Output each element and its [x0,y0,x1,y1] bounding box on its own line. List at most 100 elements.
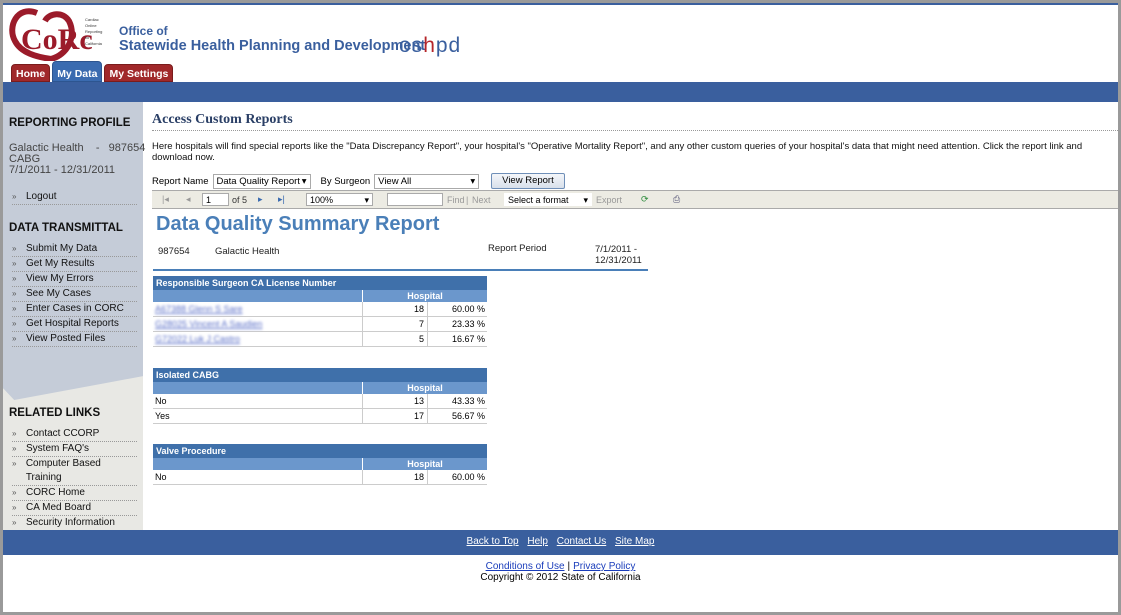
sidebar-link[interactable]: » Get My Results [12,257,137,272]
office-label: Office of [119,24,168,38]
link-label: View My Errors [26,273,94,284]
first-page-icon[interactable]: |◂ [162,194,169,205]
next-link[interactable]: Next [472,195,491,205]
site-header: CoRc Cardiac Online Reporting for Califo… [3,5,1118,82]
report-period-end: 12/31/2011 [595,255,642,266]
row-percent: 60.00 % [451,304,485,314]
row-label: No [153,470,363,484]
chevron-down-icon: ▾ [301,175,307,187]
prev-page-icon[interactable]: ◂ [186,194,191,205]
contact-us-link[interactable]: Contact Us [557,536,606,547]
arrow-icon: » [12,304,17,313]
arrow-icon: » [12,518,17,527]
link-label: View Posted Files [26,333,106,344]
logout-link[interactable]: » Logout [12,190,137,205]
svg-text:Reporting: Reporting [85,29,102,34]
row-count: 7 [363,317,428,331]
select-value: View All [378,175,412,187]
link-label: CORC Home [26,487,85,498]
export-link[interactable]: Export [596,195,622,205]
link-label: System FAQ's [26,443,90,454]
table-row: No 18 60.00 % [153,470,487,485]
find-separator: | [466,194,469,205]
related-links: RELATED LINKS » Contact CCORP » System FAQ'… [9,407,137,531]
surgeon-select[interactable]: View All ▾ [374,173,480,189]
page-input[interactable]: 1 [202,193,229,206]
nav-bar [3,82,1118,102]
report-name-select[interactable]: Data Quality Report ▾ [212,173,311,189]
link-label: Submit My Data [26,243,98,254]
privacy-link[interactable]: Privacy Policy [573,561,635,572]
sidebar-link[interactable]: » View Posted Files [12,332,137,347]
zoom-select[interactable]: 100% ▾ [306,193,373,206]
link-label: Contact CCORP [26,428,100,439]
print-icon[interactable]: ⎙ [673,194,680,205]
sidebar-link[interactable]: » Computer Based Training [12,457,137,486]
sidebar-link[interactable]: » Submit My Data [12,242,137,257]
row-percent: 56.67 % [451,411,485,421]
site-map-link[interactable]: Site Map [615,536,654,547]
table-title: Valve Procedure [153,444,487,458]
row-count: 5 [363,332,428,346]
last-page-icon[interactable]: ▸| [278,194,285,205]
arrow-icon: » [12,259,17,268]
back-to-top-link[interactable]: Back to Top [467,536,519,547]
row-count: 18 [363,302,428,316]
find-input[interactable] [387,193,443,206]
sidebar-link[interactable]: » System FAQ's [12,442,137,457]
help-link[interactable]: Help [527,536,548,547]
format-select[interactable]: Select a format ▾ [504,193,592,206]
arrow-icon: » [12,334,17,343]
link-label: CA Med Board [26,502,92,513]
table-header: Hospital [153,458,487,470]
sidebar-link[interactable]: » Security Information [12,516,137,531]
tab-my-data[interactable]: My Data [52,61,103,82]
profile-heading: REPORTING PROFILE [9,117,131,129]
sidebar-link[interactable]: » Contact CCORP [12,427,137,442]
link-label: Logout [26,191,57,202]
related-heading: RELATED LINKS [9,407,101,419]
intro-text: Here hospitals will find special reports… [152,141,1083,163]
tab-my-settings[interactable]: My Settings [104,64,174,82]
corc-logo[interactable]: CoRc Cardiac Online Reporting for Califo… [7,7,107,61]
column-header: Hospital [407,291,443,301]
row-percent: 60.00 % [451,472,485,482]
agency-name: Statewide Health Planning and Developmen… [119,38,426,54]
find-link[interactable]: Find [447,195,465,205]
row-label[interactable]: G72022 Luk J Castro [153,332,363,346]
report-table: Valve Procedure Hospital No 18 60.00 % [153,444,487,485]
table-row: G72022 Luk J Castro 5 16.67 % [153,332,487,347]
sidebar-link[interactable]: » CA Med Board [12,501,137,516]
refresh-icon[interactable]: ⟳ [641,194,649,205]
table-title: Responsible Surgeon CA License Number [153,276,487,290]
next-page-icon[interactable]: ▸ [258,194,263,205]
table-row: G28025 Vincent A Saudien 7 23.33 % [153,317,487,332]
format-value: Select a format [508,195,569,205]
column-header: Hospital [407,459,443,469]
sidebar-link[interactable]: » CORC Home [12,486,137,501]
data-transmittal: DATA TRANSMITTAL » Submit My Data » Get My … [9,222,137,347]
row-label[interactable]: G28025 Vincent A Saudien [153,317,363,331]
report-toolbar: |◂ ◂ 1 of 5 ▸ ▸| 100% ▾ Find | Next Selec… [152,190,1118,209]
sidebar-link[interactable]: » See My Cases [12,287,137,302]
row-percent: 16.67 % [451,334,485,344]
arrow-icon: » [12,444,17,453]
arrow-icon: » [12,503,17,512]
row-label[interactable]: A67388 Glenn S Sare [153,302,363,316]
arrow-icon: » [12,488,17,497]
conditions-link[interactable]: Conditions of Use [486,561,565,572]
sidebar-link[interactable]: » View My Errors [12,272,137,287]
sidebar-link[interactable]: » Get Hospital Reports [12,317,137,332]
view-report-button[interactable]: View Report [491,173,565,189]
table-header: Hospital [153,290,487,302]
oshpd-logo[interactable]: oshpd [399,34,461,58]
sidebar-link[interactable]: » Enter Cases in CORC [12,302,137,317]
report-period-label: Report Period [488,243,547,254]
column-header: Hospital [407,383,443,393]
table-title: Isolated CABG [153,368,487,382]
table-row: No 13 43.33 % [153,394,487,409]
row-percent: 23.33 % [451,319,485,329]
tab-home[interactable]: Home [11,64,51,82]
transmittal-heading: DATA TRANSMITTAL [9,222,123,234]
surgeon-label: By Surgeon [320,175,371,187]
